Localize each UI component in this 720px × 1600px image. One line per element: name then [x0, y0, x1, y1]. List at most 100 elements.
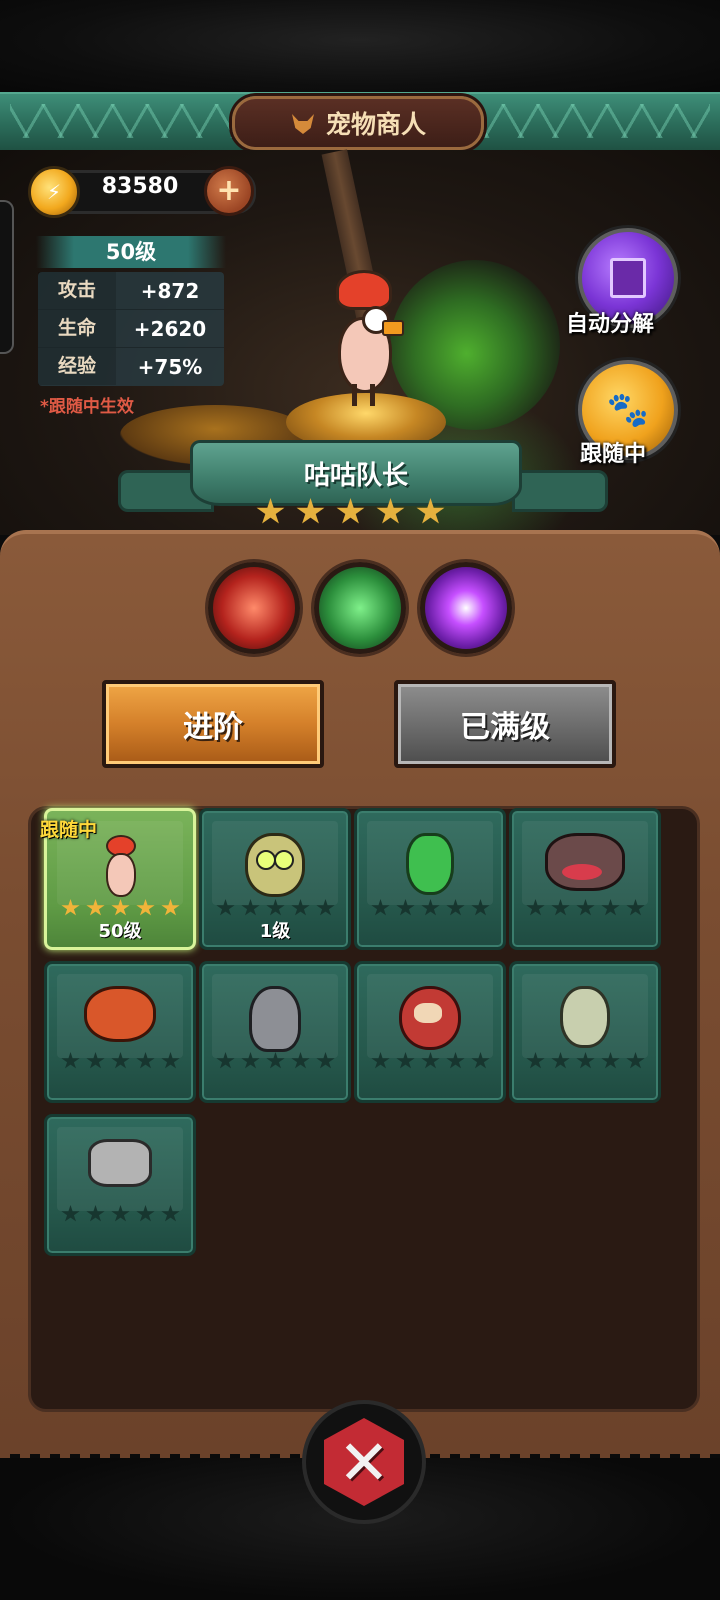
star-icon	[371, 899, 390, 916]
stat-row-exp: 经验 +75%	[38, 348, 224, 385]
pet-name: 咕咕队长	[303, 460, 408, 491]
star-icon	[111, 1052, 130, 1069]
star-icon	[296, 498, 325, 524]
red-slash-skill-icon[interactable]	[208, 562, 300, 654]
pet-card-knight[interactable]	[199, 961, 351, 1103]
pet-card-armored-hand[interactable]	[44, 1114, 196, 1256]
stats-panel: 攻击 +872 生命 +2620 经验 +75%	[38, 272, 224, 386]
star-icon	[626, 899, 645, 916]
ribbon-tail-right	[512, 470, 608, 512]
pet-star-rating	[256, 498, 445, 526]
star-icon	[241, 1052, 260, 1069]
pet-card-zombie[interactable]	[509, 961, 661, 1103]
stat-row-attack: 攻击 +872	[38, 272, 224, 310]
star-icon	[551, 899, 570, 916]
star-icon	[266, 1052, 285, 1069]
add-gold-button[interactable]: +	[204, 166, 254, 216]
star-icon	[241, 899, 260, 916]
green-claw-skill-icon[interactable]	[314, 562, 406, 654]
pet-armored-hand-icon	[88, 1139, 152, 1187]
star-icon	[136, 1205, 155, 1222]
star-icon	[526, 899, 545, 916]
star-icon	[446, 1052, 465, 1069]
stat-row-health: 生命 +2620	[38, 310, 224, 348]
gold-amount: 83580	[101, 174, 179, 199]
pet-card-frog[interactable]	[354, 808, 506, 950]
pet-dragon-icon	[84, 986, 156, 1042]
pet-card-stars	[526, 899, 645, 917]
pet-card-stars	[61, 1052, 180, 1070]
pet-chicken-portrait	[318, 262, 408, 412]
star-icon	[396, 1052, 415, 1069]
star-icon	[471, 899, 490, 916]
star-icon	[86, 1052, 105, 1069]
pet-frog-icon	[406, 833, 454, 895]
pet-name-ribbon: 咕咕队长	[190, 440, 522, 506]
star-icon	[136, 1052, 155, 1069]
star-icon	[291, 899, 310, 916]
star-icon	[576, 899, 595, 916]
pet-tongue-monster-icon	[545, 833, 625, 891]
pet-card-stars	[216, 899, 335, 917]
star-icon	[161, 1052, 180, 1069]
title-plaque: 宠物商人	[232, 96, 484, 150]
star-icon	[216, 899, 235, 916]
fox-head-icon	[290, 110, 316, 136]
star-icon	[111, 1205, 130, 1222]
close-icon: ✕	[338, 1425, 390, 1499]
star-icon	[216, 1052, 235, 1069]
pet-card-stars	[61, 899, 180, 917]
follow-label: 跟随中	[580, 442, 647, 467]
pet-card-tongue-monster[interactable]	[509, 808, 661, 950]
star-icon	[111, 899, 130, 916]
close-button[interactable]: ✕	[302, 1400, 426, 1524]
star-icon	[551, 1052, 570, 1069]
star-icon	[61, 899, 80, 916]
purple-orb-skill-icon[interactable]	[420, 562, 512, 654]
stat-value: +872	[140, 278, 200, 303]
stat-label: 攻击	[38, 272, 116, 309]
pet-chicken-icon	[100, 833, 140, 897]
star-icon	[61, 1205, 80, 1222]
pet-card-owl[interactable]: 1级	[199, 808, 351, 950]
plus-icon: +	[216, 173, 242, 208]
star-icon	[376, 498, 405, 524]
star-icon	[136, 899, 155, 916]
star-icon	[86, 1205, 105, 1222]
pet-card-level: 50级	[98, 921, 142, 942]
stat-label: 经验	[38, 348, 116, 385]
follow-effect-note: *跟随中生效	[40, 397, 134, 417]
pet-card-daruma[interactable]	[354, 961, 506, 1103]
star-icon	[316, 1052, 335, 1069]
pet-card-stars	[216, 1052, 335, 1070]
star-icon	[86, 899, 105, 916]
star-icon	[421, 899, 440, 916]
star-icon	[416, 498, 445, 524]
star-icon	[576, 1052, 595, 1069]
star-icon	[291, 1052, 310, 1069]
star-icon	[316, 899, 335, 916]
pet-level-banner: 50级	[36, 236, 226, 268]
pet-zombie-icon	[560, 986, 610, 1048]
stat-value: +75%	[137, 354, 203, 379]
pet-knight-icon	[249, 986, 301, 1052]
max-level-button[interactable]: 已满级	[394, 680, 616, 768]
pet-daruma-icon	[399, 986, 461, 1050]
star-icon	[371, 1052, 390, 1069]
star-icon	[161, 1205, 180, 1222]
star-icon	[446, 899, 465, 916]
star-icon	[61, 1052, 80, 1069]
advance-button[interactable]: 进阶	[102, 680, 324, 768]
auto-decompose-label: 自动分解	[566, 312, 655, 337]
stat-label: 生命	[38, 310, 116, 347]
star-icon	[626, 1052, 645, 1069]
side-edge-tab[interactable]	[0, 200, 14, 354]
top-decoration	[0, 0, 720, 95]
star-icon	[336, 498, 365, 524]
star-icon	[526, 1052, 545, 1069]
pet-card-dragon[interactable]	[44, 961, 196, 1103]
star-icon	[161, 899, 180, 916]
star-icon	[421, 1052, 440, 1069]
pet-card-stars	[371, 1052, 490, 1070]
pet-card-stars	[61, 1205, 180, 1223]
